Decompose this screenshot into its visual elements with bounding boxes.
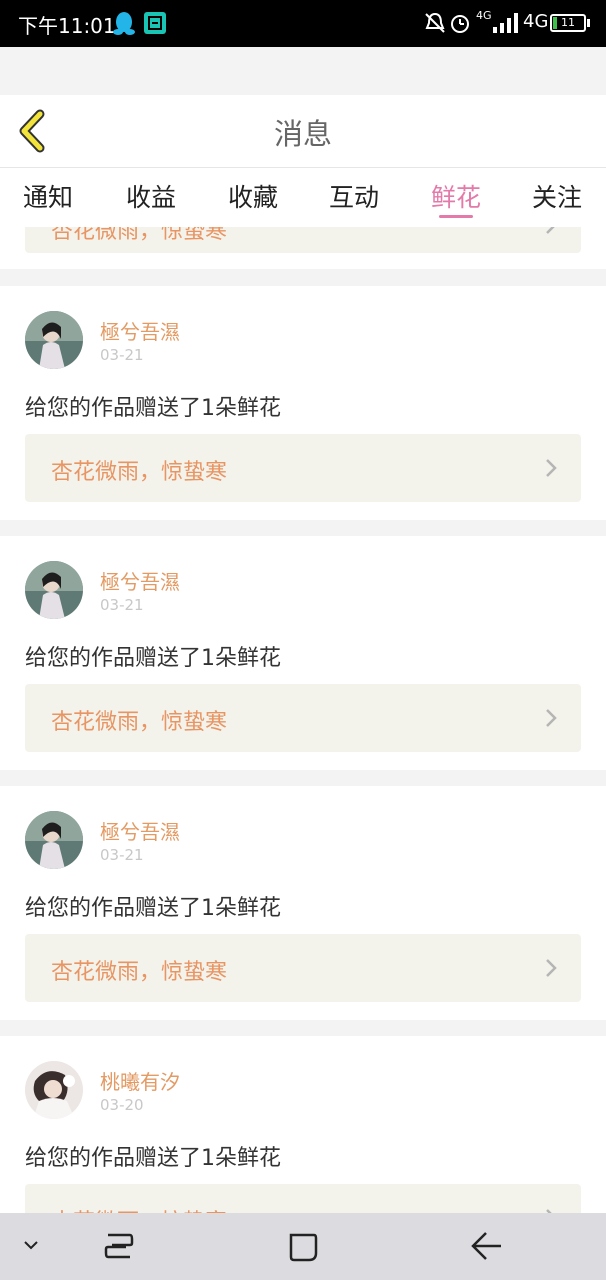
screen: 下午11:01 4G 4G 11 消息 通知 收益 收藏 互动 鲜花 关注 杏花… bbox=[0, 0, 606, 1280]
tab-flowers[interactable]: 鲜花 bbox=[421, 178, 491, 214]
chevron-right-icon bbox=[546, 227, 555, 234]
avatar[interactable] bbox=[25, 561, 83, 619]
message-date: 03-20 bbox=[100, 1096, 144, 1114]
username[interactable]: 極兮吾濕 bbox=[100, 566, 180, 595]
header-spacer bbox=[0, 47, 606, 95]
message-text: 给您的作品赠送了1朵鲜花 bbox=[25, 396, 281, 421]
list-item: 極兮吾濕 03-21 给您的作品赠送了1朵鲜花 杏花微雨，惊蛰寒 bbox=[0, 536, 606, 770]
signal-icon bbox=[493, 13, 518, 33]
screen-capture-icon bbox=[144, 12, 166, 34]
message-text: 给您的作品赠送了1朵鲜花 bbox=[25, 896, 281, 921]
title-bar: 消息 bbox=[0, 95, 606, 168]
back-arrow-icon[interactable] bbox=[468, 1229, 506, 1263]
page-title: 消息 bbox=[273, 117, 332, 151]
battery-icon: 11 bbox=[550, 14, 586, 32]
message-text: 给您的作品赠送了1朵鲜花 bbox=[25, 646, 281, 671]
recents-icon[interactable] bbox=[102, 1231, 136, 1261]
chevron-right-icon bbox=[546, 959, 557, 977]
tab-interaction[interactable]: 互动 bbox=[319, 178, 389, 214]
username[interactable]: 桃曦有汐 bbox=[100, 1066, 180, 1095]
work-title: 杏花微雨，惊蛰寒 bbox=[51, 1204, 227, 1213]
avatar-image bbox=[25, 811, 83, 869]
mute-bell-icon bbox=[425, 12, 445, 33]
battery-level: 11 bbox=[561, 16, 575, 29]
work-link[interactable]: 杏花微雨，惊蛰寒 bbox=[25, 1184, 581, 1213]
home-icon[interactable] bbox=[287, 1231, 319, 1263]
list-item: 杏花微雨，惊蛰寒 bbox=[0, 227, 606, 269]
chevron-right-icon bbox=[546, 709, 557, 727]
avatar-image bbox=[25, 1061, 83, 1119]
list-item: 極兮吾濕 03-21 给您的作品赠送了1朵鲜花 杏花微雨，惊蛰寒 bbox=[0, 786, 606, 1020]
list-item: 極兮吾濕 03-21 给您的作品赠送了1朵鲜花 杏花微雨，惊蛰寒 bbox=[0, 286, 606, 520]
message-date: 03-21 bbox=[100, 596, 144, 614]
active-tab-indicator bbox=[439, 215, 473, 218]
status-bar: 下午11:01 4G 4G 11 bbox=[0, 0, 606, 47]
username[interactable]: 極兮吾濕 bbox=[100, 816, 180, 845]
message-text: 给您的作品赠送了1朵鲜花 bbox=[25, 1146, 281, 1171]
work-title: 杏花微雨，惊蛰寒 bbox=[51, 960, 228, 985]
message-list[interactable]: 杏花微雨，惊蛰寒 極兮吾濕 03-21 给您的作品赠送了1朵鲜花 杏花微雨，惊蛰… bbox=[0, 227, 606, 1213]
work-title: 杏花微雨，惊蛰寒 bbox=[51, 227, 228, 244]
work-link[interactable]: 杏花微雨，惊蛰寒 bbox=[25, 934, 581, 1002]
avatar[interactable] bbox=[25, 1061, 83, 1119]
tab-earnings[interactable]: 收益 bbox=[116, 178, 186, 214]
alarm-icon bbox=[451, 15, 469, 33]
navigation-bar bbox=[0, 1213, 606, 1280]
work-title: 杏花微雨，惊蛰寒 bbox=[51, 710, 228, 735]
avatar-image bbox=[25, 561, 83, 619]
message-date: 03-21 bbox=[100, 346, 144, 364]
work-link[interactable]: 杏花微雨，惊蛰寒 bbox=[25, 434, 581, 502]
avatar[interactable] bbox=[25, 311, 83, 369]
network-4g: 4G bbox=[523, 11, 549, 32]
chevron-down-icon[interactable] bbox=[20, 1237, 42, 1253]
tab-favorites[interactable]: 收藏 bbox=[218, 178, 288, 214]
avatar[interactable] bbox=[25, 811, 83, 869]
list-item: 桃曦有汐 03-20 给您的作品赠送了1朵鲜花 杏花微雨，惊蛰寒 bbox=[0, 1036, 606, 1213]
work-title: 杏花微雨，惊蛰寒 bbox=[51, 460, 228, 485]
chevron-right-icon bbox=[546, 459, 557, 477]
work-link[interactable]: 杏花微雨，惊蛰寒 bbox=[25, 684, 581, 752]
work-link[interactable]: 杏花微雨，惊蛰寒 bbox=[25, 227, 581, 253]
tab-follow[interactable]: 关注 bbox=[522, 178, 592, 214]
avatar-image bbox=[25, 311, 83, 369]
qq-icon bbox=[113, 12, 135, 35]
tab-bar: 通知 收益 收藏 互动 鲜花 关注 bbox=[0, 168, 606, 227]
username[interactable]: 極兮吾濕 bbox=[100, 316, 180, 345]
tab-notice[interactable]: 通知 bbox=[13, 178, 83, 214]
status-time: 下午11:01 bbox=[18, 14, 116, 38]
message-date: 03-21 bbox=[100, 846, 144, 864]
